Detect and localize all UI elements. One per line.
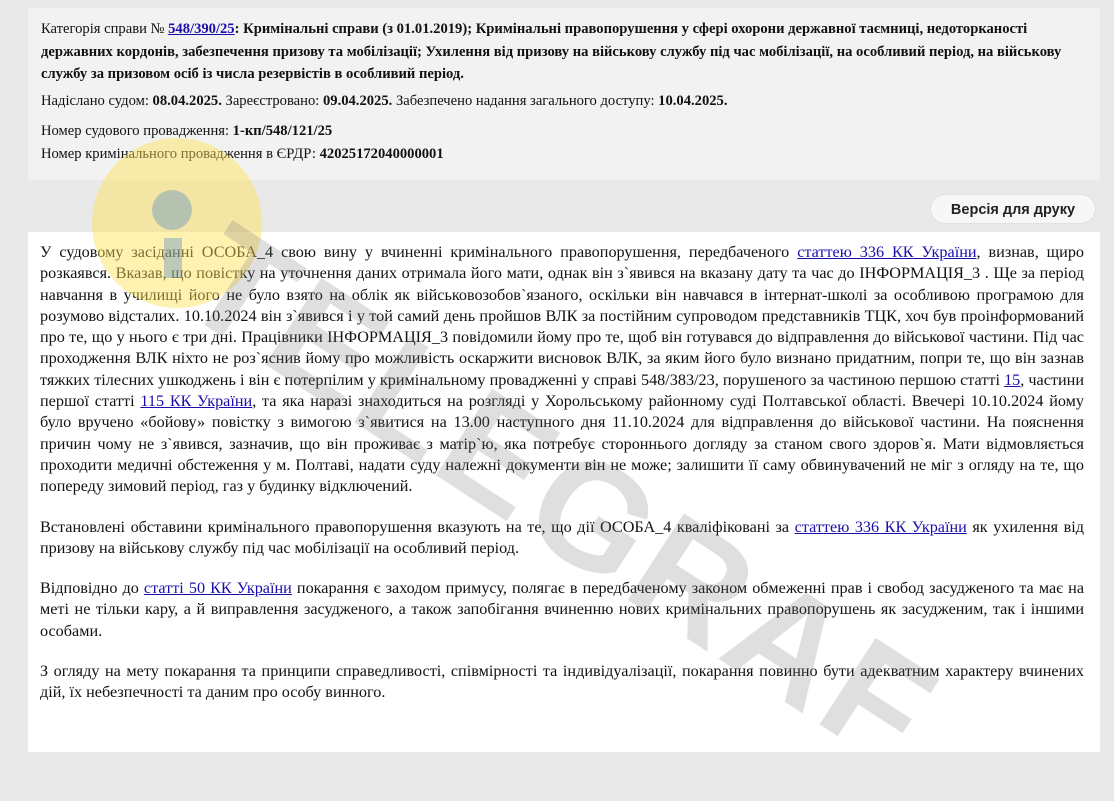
erdr-value: 42025172040000001	[319, 145, 444, 162]
p2-text-a: Встановлені обставини кримінального прав…	[40, 517, 795, 536]
p1-text-b: , визнав, щиро розкаявся. Вказав, що пов…	[40, 243, 1085, 389]
p3-text-a: Відповідно до	[40, 579, 144, 598]
court-case-label: Номер судового провадження:	[41, 123, 233, 139]
erdr-number: Номер кримінального провадження в ЄРДР: …	[41, 143, 1091, 166]
sent-value: 08.04.2025.	[152, 92, 222, 109]
court-case-number: Номер судового провадження: 1-кп/548/121…	[41, 120, 1091, 143]
category-label: Категорія справи №	[41, 21, 169, 37]
article-336-link-2[interactable]: статтею 336 КК України	[795, 518, 967, 536]
sent-label: Надіслано судом:	[41, 92, 153, 109]
access-label: Забезпечено надання загального доступу:	[392, 92, 659, 109]
article-336-link[interactable]: статтею 336 КК України	[797, 243, 976, 261]
paragraph-1: У судовому засіданні ОСОБА_4 свою вину у…	[40, 242, 1084, 498]
case-info-panel: Категорія справи № 548/390/25: Криміналь…	[28, 8, 1100, 180]
paragraph-3: Відповідно до статті 50 КК України покар…	[40, 578, 1084, 642]
case-dates: Надіслано судом: 08.04.2025. Зареєстрова…	[41, 90, 1091, 113]
case-info: Категорія справи № 548/390/25: Криміналь…	[41, 18, 1091, 165]
registered-label: Зареєстровано:	[221, 92, 323, 109]
case-category: Категорія справи № 548/390/25: Криміналь…	[41, 18, 1091, 86]
print-version-button[interactable]: Версія для друку	[930, 194, 1096, 224]
access-value: 10.04.2025.	[658, 92, 728, 109]
article-115-link[interactable]: 115 КК України	[140, 392, 252, 410]
registered-value: 09.04.2025.	[322, 92, 393, 109]
case-number-link[interactable]: 548/390/25	[168, 21, 234, 37]
decision-text: У судовому засіданні ОСОБА_4 свою вину у…	[28, 232, 1100, 752]
article-50-link[interactable]: статті 50 КК України	[144, 579, 292, 597]
paragraph-2: Встановлені обставини кримінального прав…	[40, 517, 1084, 560]
decision-body: У судовому засіданні ОСОБА_4 свою вину у…	[40, 242, 1084, 723]
court-case-value: 1-кп/548/121/25	[232, 123, 333, 139]
paragraph-4: З огляду на мету покарання та принципи с…	[40, 662, 1084, 702]
p1-text-a: У судовому засіданні ОСОБА_4 свою вину у…	[40, 243, 798, 261]
article-15-link[interactable]: 15	[1004, 371, 1020, 389]
erdr-label: Номер кримінального провадження в ЄРДР:	[41, 145, 320, 162]
